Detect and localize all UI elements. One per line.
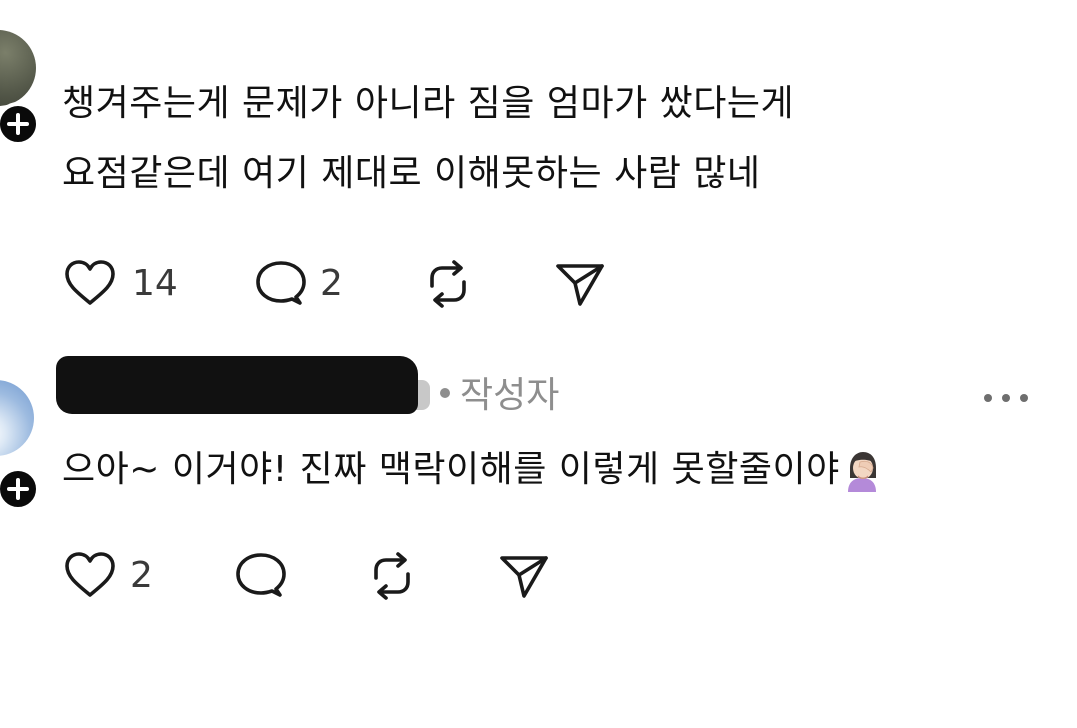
like-button[interactable]: 2	[62, 548, 162, 604]
heart-icon	[65, 552, 115, 597]
reply-text: 으아~ 이거야! 진짜 맥락이해를 이렇게 못할줄이야	[62, 448, 882, 492]
reply-text-content: 으아~ 이거야! 진짜 맥락이해를 이렇게 못할줄이야	[62, 449, 840, 490]
more-button[interactable]	[980, 388, 1032, 408]
comment-bubble-icon	[256, 261, 306, 305]
like-count: 2	[130, 555, 153, 596]
send-icon	[500, 556, 548, 598]
like-button[interactable]: 14	[62, 256, 182, 312]
thread-view: 챙겨주는게 문제가 아니라 짐을 엄마가 쌌다는게 요점같은데 여기 제대로 이…	[0, 0, 1077, 728]
author-tag: 작성자	[440, 374, 559, 418]
redacted-username	[56, 356, 418, 414]
person-facepalming-emoji	[842, 448, 882, 492]
share-button[interactable]	[496, 548, 552, 604]
reply-button[interactable]: 2	[252, 256, 352, 312]
share-button[interactable]	[552, 256, 608, 312]
author-label: 작성자	[460, 375, 560, 416]
repost-icon	[430, 260, 466, 308]
plus-icon	[7, 113, 29, 135]
like-count: 14	[132, 263, 178, 304]
follow-button[interactable]	[0, 102, 40, 146]
separator-dot	[440, 388, 450, 398]
send-icon	[556, 264, 604, 306]
reply-button[interactable]	[232, 548, 288, 604]
avatar[interactable]	[0, 30, 36, 106]
reply-count: 2	[320, 263, 343, 304]
heart-icon	[65, 260, 115, 305]
comment-text-line: 요점같은데 여기 제대로 이해못하는 사람 많네	[62, 153, 761, 194]
repost-button[interactable]	[420, 256, 476, 312]
follow-button[interactable]	[0, 467, 40, 511]
more-icon	[984, 394, 1028, 402]
repost-button[interactable]	[364, 548, 420, 604]
plus-icon	[7, 478, 29, 500]
repost-icon	[374, 552, 410, 600]
avatar[interactable]	[0, 380, 34, 456]
comment-text-line: 챙겨주는게 문제가 아니라 짐을 엄마가 쌌다는게	[62, 83, 795, 124]
comment-bubble-icon	[236, 553, 286, 597]
